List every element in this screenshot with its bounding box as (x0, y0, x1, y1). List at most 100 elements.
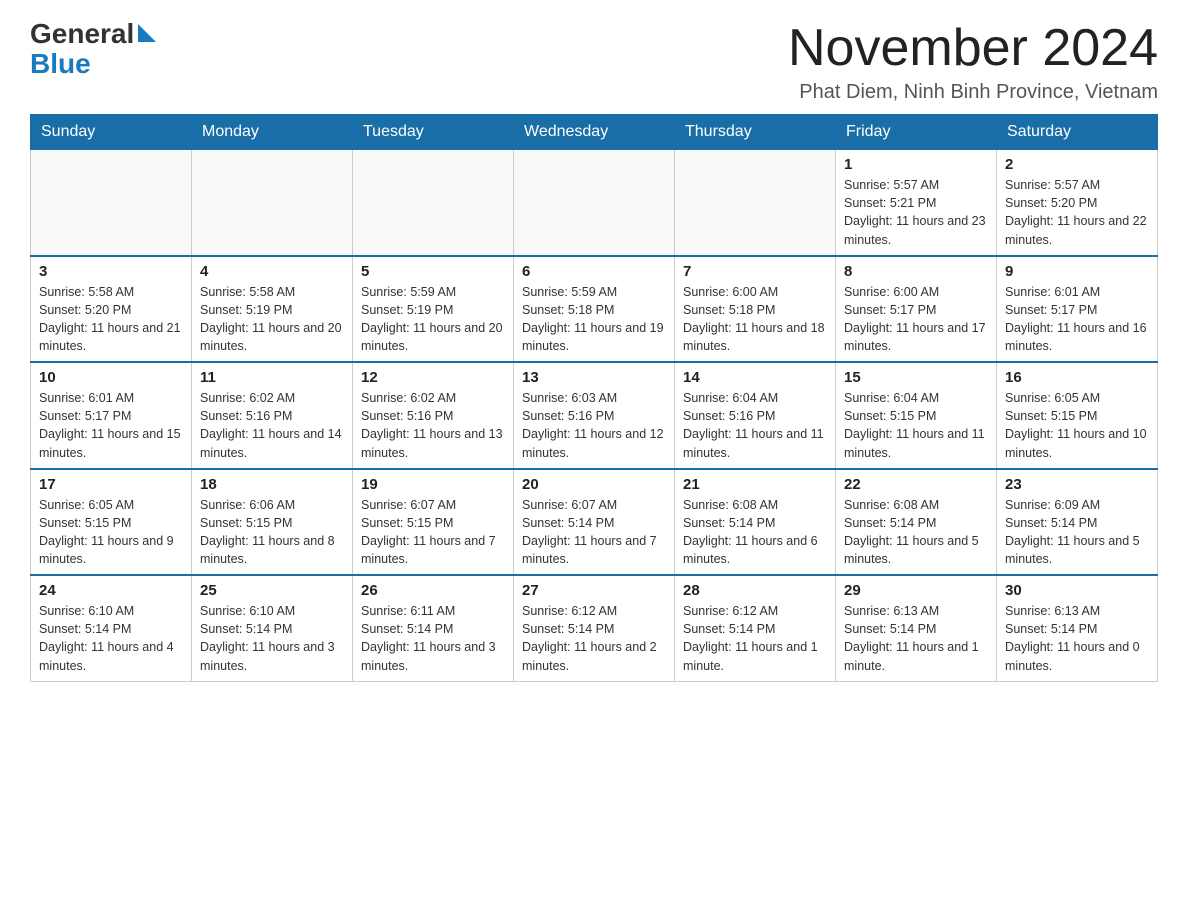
day-number: 2 (1005, 156, 1149, 173)
calendar-cell: 12 Sunrise: 6:02 AM Sunset: 5:16 PM Dayli… (353, 362, 514, 469)
day-info: Sunrise: 6:02 AM Sunset: 5:16 PM Dayligh… (200, 389, 344, 462)
day-info: Sunrise: 6:07 AM Sunset: 5:14 PM Dayligh… (522, 496, 666, 569)
calendar-cell (353, 150, 514, 256)
calendar-cell: 18 Sunrise: 6:06 AM Sunset: 5:15 PM Dayli… (192, 469, 353, 576)
calendar-cell: 30Sunrise: 6:13 AM Sunset: 5:14 PM Dayli… (997, 575, 1158, 681)
day-number: 11 (200, 369, 344, 386)
calendar-cell: 4Sunrise: 5:58 AM Sunset: 5:19 PM Daylig… (192, 256, 353, 363)
day-number: 27 (522, 582, 666, 599)
day-number: 15 (844, 369, 988, 386)
day-info: Sunrise: 5:58 AM Sunset: 5:19 PM Dayligh… (200, 283, 344, 356)
day-number: 21 (683, 476, 827, 493)
calendar-cell: 5 Sunrise: 5:59 AM Sunset: 5:19 PM Daylig… (353, 256, 514, 363)
day-info: Sunrise: 5:59 AM Sunset: 5:18 PM Dayligh… (522, 283, 666, 356)
calendar-cell: 28 Sunrise: 6:12 AM Sunset: 5:14 PM Dayli… (675, 575, 836, 681)
calendar-cell: 3Sunrise: 5:58 AM Sunset: 5:20 PM Daylig… (31, 256, 192, 363)
calendar-cell: 7 Sunrise: 6:00 AM Sunset: 5:18 PM Daylig… (675, 256, 836, 363)
day-info: Sunrise: 6:04 AM Sunset: 5:16 PM Dayligh… (683, 389, 827, 462)
weekday-header-row: SundayMondayTuesdayWednesdayThursdayFrid… (31, 115, 1158, 150)
day-info: Sunrise: 5:57 AM Sunset: 5:20 PM Dayligh… (1005, 176, 1149, 249)
calendar-cell: 17 Sunrise: 6:05 AM Sunset: 5:15 PM Dayli… (31, 469, 192, 576)
calendar-cell: 1 Sunrise: 5:57 AM Sunset: 5:21 PM Daylig… (836, 150, 997, 256)
calendar-week-row: 1 Sunrise: 5:57 AM Sunset: 5:21 PM Daylig… (31, 150, 1158, 256)
calendar-cell: 24 Sunrise: 6:10 AM Sunset: 5:14 PM Dayli… (31, 575, 192, 681)
calendar-cell: 14 Sunrise: 6:04 AM Sunset: 5:16 PM Dayli… (675, 362, 836, 469)
calendar-cell (192, 150, 353, 256)
calendar-cell: 21 Sunrise: 6:08 AM Sunset: 5:14 PM Dayli… (675, 469, 836, 576)
day-number: 29 (844, 582, 988, 599)
day-info: Sunrise: 6:03 AM Sunset: 5:16 PM Dayligh… (522, 389, 666, 462)
day-number: 9 (1005, 263, 1149, 280)
day-info: Sunrise: 6:08 AM Sunset: 5:14 PM Dayligh… (844, 496, 988, 569)
month-title: November 2024 (788, 20, 1158, 77)
day-info: Sunrise: 6:01 AM Sunset: 5:17 PM Dayligh… (1005, 283, 1149, 356)
calendar-week-row: 3Sunrise: 5:58 AM Sunset: 5:20 PM Daylig… (31, 256, 1158, 363)
logo-triangle-icon (138, 24, 156, 42)
day-info: Sunrise: 6:12 AM Sunset: 5:14 PM Dayligh… (522, 602, 666, 675)
day-number: 13 (522, 369, 666, 386)
calendar-week-row: 17 Sunrise: 6:05 AM Sunset: 5:15 PM Dayli… (31, 469, 1158, 576)
day-info: Sunrise: 6:11 AM Sunset: 5:14 PM Dayligh… (361, 602, 505, 675)
calendar-cell: 13 Sunrise: 6:03 AM Sunset: 5:16 PM Dayli… (514, 362, 675, 469)
day-number: 25 (200, 582, 344, 599)
day-info: Sunrise: 6:12 AM Sunset: 5:14 PM Dayligh… (683, 602, 827, 675)
day-info: Sunrise: 6:06 AM Sunset: 5:15 PM Dayligh… (200, 496, 344, 569)
calendar-cell: 2 Sunrise: 5:57 AM Sunset: 5:20 PM Daylig… (997, 150, 1158, 256)
day-info: Sunrise: 6:02 AM Sunset: 5:16 PM Dayligh… (361, 389, 505, 462)
calendar-cell: 19 Sunrise: 6:07 AM Sunset: 5:15 PM Dayli… (353, 469, 514, 576)
title-block: November 2024 Phat Diem, Ninh Binh Provi… (788, 20, 1158, 104)
weekday-header: Sunday (31, 115, 192, 150)
day-info: Sunrise: 5:57 AM Sunset: 5:21 PM Dayligh… (844, 176, 988, 249)
calendar-cell: 20Sunrise: 6:07 AM Sunset: 5:14 PM Dayli… (514, 469, 675, 576)
weekday-header: Tuesday (353, 115, 514, 150)
day-number: 26 (361, 582, 505, 599)
day-number: 22 (844, 476, 988, 493)
day-number: 17 (39, 476, 183, 493)
page-header: General Blue November 2024 Phat Diem, Ni… (30, 20, 1158, 104)
day-info: Sunrise: 6:04 AM Sunset: 5:15 PM Dayligh… (844, 389, 988, 462)
logo: General Blue (30, 20, 156, 80)
day-number: 3 (39, 263, 183, 280)
day-number: 7 (683, 263, 827, 280)
day-info: Sunrise: 6:09 AM Sunset: 5:14 PM Dayligh… (1005, 496, 1149, 569)
weekday-header: Monday (192, 115, 353, 150)
calendar-cell (31, 150, 192, 256)
calendar-cell: 10 Sunrise: 6:01 AM Sunset: 5:17 PM Dayli… (31, 362, 192, 469)
day-number: 18 (200, 476, 344, 493)
day-number: 19 (361, 476, 505, 493)
day-number: 6 (522, 263, 666, 280)
calendar-cell: 26 Sunrise: 6:11 AM Sunset: 5:14 PM Dayli… (353, 575, 514, 681)
day-info: Sunrise: 6:05 AM Sunset: 5:15 PM Dayligh… (1005, 389, 1149, 462)
logo-general-text: General (30, 20, 134, 48)
calendar-cell: 8Sunrise: 6:00 AM Sunset: 5:17 PM Daylig… (836, 256, 997, 363)
calendar-table: SundayMondayTuesdayWednesdayThursdayFrid… (30, 114, 1158, 682)
day-number: 5 (361, 263, 505, 280)
day-number: 24 (39, 582, 183, 599)
day-number: 14 (683, 369, 827, 386)
calendar-cell: 25Sunrise: 6:10 AM Sunset: 5:14 PM Dayli… (192, 575, 353, 681)
weekday-header: Saturday (997, 115, 1158, 150)
day-info: Sunrise: 6:08 AM Sunset: 5:14 PM Dayligh… (683, 496, 827, 569)
calendar-week-row: 24 Sunrise: 6:10 AM Sunset: 5:14 PM Dayli… (31, 575, 1158, 681)
calendar-cell: 11 Sunrise: 6:02 AM Sunset: 5:16 PM Dayli… (192, 362, 353, 469)
day-info: Sunrise: 6:01 AM Sunset: 5:17 PM Dayligh… (39, 389, 183, 462)
day-info: Sunrise: 6:10 AM Sunset: 5:14 PM Dayligh… (39, 602, 183, 675)
calendar-cell: 9 Sunrise: 6:01 AM Sunset: 5:17 PM Daylig… (997, 256, 1158, 363)
day-info: Sunrise: 6:13 AM Sunset: 5:14 PM Dayligh… (844, 602, 988, 675)
day-number: 12 (361, 369, 505, 386)
location-subtitle: Phat Diem, Ninh Binh Province, Vietnam (788, 81, 1158, 104)
day-info: Sunrise: 6:05 AM Sunset: 5:15 PM Dayligh… (39, 496, 183, 569)
calendar-cell: 27 Sunrise: 6:12 AM Sunset: 5:14 PM Dayli… (514, 575, 675, 681)
calendar-cell: 29 Sunrise: 6:13 AM Sunset: 5:14 PM Dayli… (836, 575, 997, 681)
calendar-cell: 6 Sunrise: 5:59 AM Sunset: 5:18 PM Daylig… (514, 256, 675, 363)
day-number: 28 (683, 582, 827, 599)
day-number: 8 (844, 263, 988, 280)
day-info: Sunrise: 6:07 AM Sunset: 5:15 PM Dayligh… (361, 496, 505, 569)
day-info: Sunrise: 6:00 AM Sunset: 5:18 PM Dayligh… (683, 283, 827, 356)
calendar-cell: 16Sunrise: 6:05 AM Sunset: 5:15 PM Dayli… (997, 362, 1158, 469)
day-number: 1 (844, 156, 988, 173)
day-info: Sunrise: 5:59 AM Sunset: 5:19 PM Dayligh… (361, 283, 505, 356)
day-number: 30 (1005, 582, 1149, 599)
day-number: 10 (39, 369, 183, 386)
calendar-cell (514, 150, 675, 256)
